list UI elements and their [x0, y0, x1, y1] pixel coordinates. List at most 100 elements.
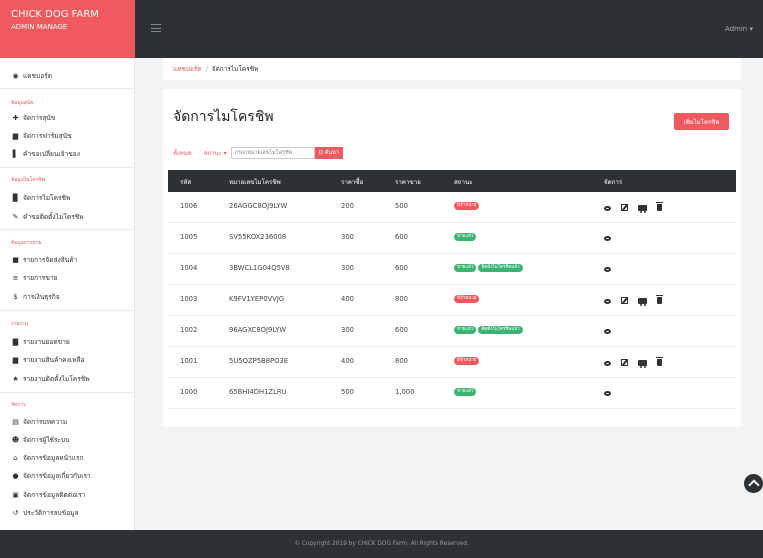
- sidebar-item-label: การเงินธุรกิจ: [23, 293, 60, 301]
- sidebar-item-sales-report[interactable]: ▇ รายงานยอดขาย: [11, 336, 70, 347]
- bookmark-icon: ▌: [12, 149, 19, 158]
- table-cell-buy: 300: [341, 264, 354, 272]
- column-header: หมายเลขไมโครชิพ: [229, 179, 281, 186]
- table-cell-sell: 800: [395, 295, 408, 303]
- sidebar-item-delete-history[interactable]: ↺ ประวัติการลบข้อมูล: [11, 507, 79, 518]
- delete-icon[interactable]: [656, 202, 663, 211]
- sidebar-item-label: จัดการข้อมูลติดต่อเรา: [23, 491, 86, 499]
- footer: © Copyright 2019 by CHICK DOG Farm. All …: [0, 530, 763, 558]
- table-cell-buy: 400: [341, 295, 354, 303]
- view-icon[interactable]: [604, 267, 611, 272]
- table-cell-chip: 5U5QZP5B8PO3E: [229, 357, 289, 365]
- sidebar-item-homepage[interactable]: ⌂ จัดการข้อมูลหน้าแรก: [11, 452, 83, 463]
- row-actions: [604, 235, 621, 241]
- status-badge: ติดตั้งไมโครชิพแล้ว: [478, 326, 523, 334]
- table-cell-buy: 200: [341, 202, 354, 210]
- row-actions: [604, 390, 621, 396]
- breadcrumb-home-link[interactable]: แดชบอร์ด: [173, 64, 202, 74]
- filter-all-link[interactable]: ทั้งหมด: [173, 148, 192, 158]
- view-icon[interactable]: [604, 205, 611, 211]
- sidebar-item-owner-change-requests[interactable]: ▌ คำขอเปลี่ยนเจ้าของ: [11, 148, 80, 159]
- sidebar-item-articles[interactable]: ▤ จัดการบทความ: [11, 416, 67, 427]
- table-header: รหัส หมายเลขไมโครชิพ ราคาซื้อ ราคาขาย สถ…: [168, 170, 736, 192]
- status-cell: ขายแล้ว ติดตั้งไมโครชิพแล้ว: [454, 326, 525, 334]
- contact-card-icon: ▣: [12, 490, 19, 499]
- status-badge: มีจำหน่าย: [454, 357, 480, 365]
- sidebar-item-dashboard[interactable]: ◉ แดชบอร์ด: [11, 70, 52, 81]
- sidebar-item-microchips[interactable]: ▉ จัดการไมโครชิพ: [11, 192, 71, 203]
- table-cell-id: 1004: [180, 264, 198, 272]
- sidebar-divider: [0, 88, 135, 89]
- row-actions: [604, 357, 672, 368]
- sidebar-item-label: จัดการผู้ใช้ระบบ: [23, 436, 70, 444]
- truck-icon: ■: [12, 255, 19, 264]
- row-actions: [604, 328, 621, 334]
- table-cell-buy: 500: [341, 388, 354, 396]
- ship-truck-icon[interactable]: [638, 204, 647, 213]
- brand-logo[interactable]: CHICK DOG FARM ADMIN MANAGE: [0, 0, 135, 58]
- delete-icon[interactable]: [656, 295, 663, 304]
- users-icon: ☻: [11, 435, 20, 444]
- sidebar-item-microchip-install-requests[interactable]: ✎ คำขอติดตั้งไมโครชิพ: [11, 211, 84, 222]
- table-cell-buy: 300: [341, 326, 354, 334]
- sidebar-item-users[interactable]: ☻ จัดการผู้ใช้ระบบ: [11, 434, 70, 445]
- delete-icon[interactable]: [656, 357, 663, 366]
- ship-truck-icon[interactable]: [638, 297, 647, 306]
- column-header: สถานะ: [454, 179, 473, 186]
- row-actions: [604, 295, 672, 306]
- sidebar-section-title: จัดการ: [11, 402, 26, 408]
- table-cell-sell: 500: [395, 202, 408, 210]
- status-badge: ขายแล้ว: [454, 264, 477, 272]
- table-cell-id: 1006: [180, 202, 198, 210]
- dashboard-icon: ◉: [12, 71, 19, 80]
- table-row: 1000 65BHI4DH1ZLRU 500 1,000 ขายแล้ว: [168, 378, 736, 409]
- status-cell: มีจำหน่าย: [454, 357, 481, 365]
- view-icon[interactable]: [604, 298, 611, 304]
- status-cell: ขายแล้ว: [454, 233, 478, 241]
- sidebar-item-label: รายการจัดส่งสินค้า: [23, 256, 78, 264]
- box-icon: ▆: [12, 355, 19, 364]
- status-badge: ติดตั้งไมโครชิพแล้ว: [478, 264, 523, 272]
- sidebar-item-install-report[interactable]: ★ รายงานติดตั้งไมโครชิพ: [11, 373, 89, 384]
- sidebar-item-label: คำขอติดตั้งไมโครชิพ: [23, 213, 84, 221]
- sidebar-item-contact[interactable]: ▣ จัดการข้อมูลติดต่อเรา: [11, 489, 86, 500]
- search-button[interactable]: Q ค้นหา: [314, 147, 343, 159]
- status-filter-dropdown[interactable]: สถานะ ▾: [204, 148, 227, 158]
- top-navbar: Admin ▾: [135, 0, 763, 58]
- table-cell-sell: 600: [395, 233, 408, 241]
- sidebar-section-title: ข้อมูลการขาย: [11, 240, 42, 246]
- user-menu[interactable]: Admin ▾: [725, 25, 753, 33]
- table-row: 1002 96AGXC8OJ9LYW 300 600 ขายแล้ว ติดตั้งไมโ…: [168, 316, 736, 347]
- breadcrumb: แดชบอร์ด / จัดการไมโครชิพ: [163, 58, 741, 80]
- view-icon[interactable]: [604, 329, 611, 334]
- view-icon[interactable]: [604, 236, 611, 241]
- table-cell-chip: 26AGGC8OJ9LYW: [229, 202, 288, 210]
- table-row: 1006 26AGGC8OJ9LYW 200 500 มีจำหน่าย: [168, 192, 736, 223]
- sidebar-divider: [0, 229, 135, 230]
- view-icon[interactable]: [604, 360, 611, 366]
- sidebar-item-dog-farms[interactable]: ▆ จัดการฟาร์มสุนัข: [11, 130, 72, 141]
- menu-toggle-icon[interactable]: [151, 24, 161, 32]
- microchip-search-input[interactable]: กรอกหมายเลขไมโครชิพ: [230, 147, 315, 159]
- info-icon: ●: [12, 471, 19, 480]
- ship-truck-icon[interactable]: [638, 359, 647, 368]
- status-badge: ขายแล้ว: [454, 326, 477, 334]
- sidebar-item-about[interactable]: ● จัดการข้อมูลเกี่ยวกับเรา: [11, 470, 91, 481]
- sidebar-item-sales[interactable]: ≡ รายการขาย: [11, 272, 58, 283]
- edit-icon[interactable]: [621, 204, 628, 211]
- scroll-to-top-button[interactable]: [744, 474, 763, 493]
- edit-icon[interactable]: [621, 359, 628, 366]
- sidebar-item-deliveries[interactable]: ■ รายการจัดส่งสินค้า: [11, 254, 77, 265]
- view-icon[interactable]: [604, 391, 611, 396]
- add-microchip-button[interactable]: เพิ่มไมโครชิพ: [674, 113, 729, 130]
- farm-icon: ▆: [12, 131, 19, 140]
- sidebar-item-dogs[interactable]: ✚ จัดการสุนัข: [11, 112, 56, 123]
- sidebar-item-label: จัดการข้อมูลเกี่ยวกับเรา: [23, 472, 91, 480]
- edit-icon[interactable]: [621, 297, 628, 304]
- sidebar-item-stock-report[interactable]: ▆ รายงานสินค้าคงเหลือ: [11, 354, 85, 365]
- table-cell-id: 1002: [180, 326, 198, 334]
- sidebar-item-finance[interactable]: $ การเงินธุรกิจ: [11, 291, 60, 302]
- status-cell: มีจำหน่าย: [454, 202, 481, 210]
- history-icon: ↺: [12, 508, 19, 517]
- page-title: จัดการไมโครชิพ: [173, 109, 274, 125]
